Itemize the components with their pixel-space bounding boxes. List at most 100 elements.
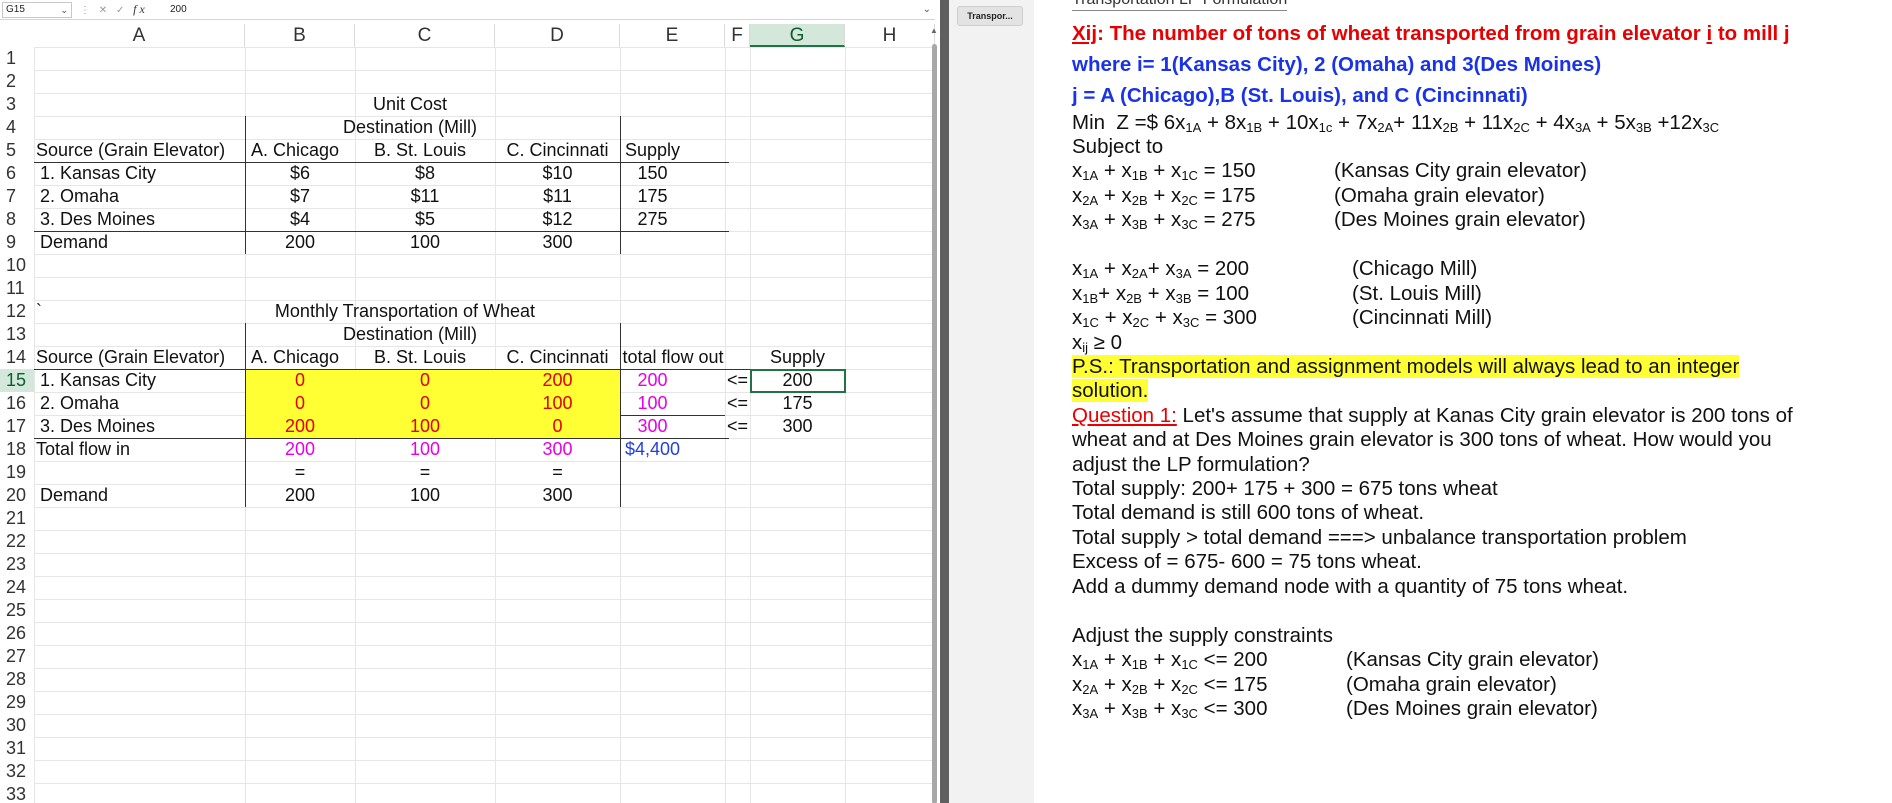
row-header-18[interactable]: 18 (0, 438, 34, 461)
source-label[interactable]: 3. Des Moines (40, 415, 251, 438)
header-total-flow-out[interactable]: total flow out (618, 346, 728, 369)
constraint-operator[interactable]: <= (727, 392, 752, 415)
demand-value[interactable]: 100 (355, 231, 495, 254)
flow-value[interactable]: 0 (245, 392, 355, 415)
unit-cost[interactable]: $7 (245, 185, 355, 208)
demand-label[interactable]: Demand (40, 484, 251, 507)
flow-value[interactable]: 0 (245, 369, 355, 392)
header-chicago[interactable]: A. Chicago (240, 346, 350, 369)
header-st-louis[interactable]: B. St. Louis (350, 346, 490, 369)
row-header-7[interactable]: 7 (0, 185, 34, 208)
row-header-33[interactable]: 33 (0, 783, 34, 803)
flow-value[interactable]: 0 (495, 415, 620, 438)
row-header-9[interactable]: 9 (0, 231, 34, 254)
equals-sign[interactable]: = (245, 461, 355, 484)
column-header-d[interactable]: D (495, 24, 620, 47)
unit-cost[interactable]: $4 (245, 208, 355, 231)
insert-function-icon[interactable]: fx (133, 2, 148, 16)
source-label[interactable]: 2. Omaha (40, 185, 251, 208)
row-header-31[interactable]: 31 (0, 737, 34, 760)
vertical-scrollbar[interactable]: ▲ (930, 24, 940, 803)
chevron-down-icon[interactable]: ⌄ (60, 3, 68, 17)
header-supply[interactable]: Supply (750, 346, 845, 369)
scroll-up-icon[interactable]: ▲ (930, 26, 938, 35)
flow-value[interactable]: 0 (355, 369, 495, 392)
transport-title[interactable]: Monthly Transportation of Wheat (215, 300, 595, 323)
row-header-13[interactable]: 13 (0, 323, 34, 346)
equals-sign[interactable]: = (355, 461, 495, 484)
constraint-operator[interactable]: <= (727, 415, 752, 438)
total-flow-out[interactable]: 300 (605, 415, 700, 438)
row-header-29[interactable]: 29 (0, 691, 34, 714)
slide-thumbnail[interactable]: Transpor... (957, 6, 1023, 26)
row-header-4[interactable]: 4 (0, 116, 34, 139)
column-header-b[interactable]: B (245, 24, 355, 47)
demand-value[interactable]: 300 (495, 484, 620, 507)
pane-divider[interactable] (940, 0, 949, 803)
total-flow-in[interactable]: 100 (355, 438, 495, 461)
row-header-8[interactable]: 8 (0, 208, 34, 231)
row-header-1[interactable]: 1 (0, 47, 34, 70)
cancel-icon[interactable]: ✕ (99, 5, 110, 16)
header-supply[interactable]: Supply (605, 139, 700, 162)
flow-value[interactable]: 0 (355, 392, 495, 415)
supply-value[interactable]: 150 (605, 162, 700, 185)
row-header-17[interactable]: 17 (0, 415, 34, 438)
scrollbar-thumb[interactable] (932, 44, 937, 803)
flow-value[interactable]: 200 (495, 369, 620, 392)
name-box[interactable]: G15 ⌄ (2, 2, 72, 18)
row-header-21[interactable]: 21 (0, 507, 34, 530)
row-header-25[interactable]: 25 (0, 599, 34, 622)
unit-cost[interactable]: $11 (355, 185, 495, 208)
header-cincinnati[interactable]: C. Cincinnati (495, 139, 620, 162)
column-header-g[interactable]: G (750, 24, 845, 47)
supply-value[interactable]: 175 (605, 185, 700, 208)
header-source[interactable]: Source (Grain Elevator) (36, 139, 247, 162)
demand-label[interactable]: Demand (40, 231, 251, 254)
source-label[interactable]: 1. Kansas City (40, 162, 251, 185)
row-header-22[interactable]: 22 (0, 530, 34, 553)
unit-cost[interactable]: $8 (355, 162, 495, 185)
unit-cost-title[interactable]: Unit Cost (245, 93, 575, 116)
more-icon[interactable]: ⋮ (80, 5, 93, 16)
supply-value[interactable]: 275 (605, 208, 700, 231)
total-cost[interactable]: $4,400 (605, 438, 700, 461)
column-header-a[interactable]: A (34, 24, 245, 47)
selected-cell[interactable] (750, 369, 846, 393)
total-flow-in-label[interactable]: Total flow in (36, 438, 247, 461)
row-header-16[interactable]: 16 (0, 392, 34, 415)
unit-cost-subtitle[interactable]: Destination (Mill) (245, 116, 575, 139)
row-header-12[interactable]: 12 (0, 300, 34, 323)
total-flow-in[interactable]: 300 (495, 438, 620, 461)
supply-value[interactable]: 175 (750, 392, 845, 415)
demand-value[interactable]: 200 (245, 484, 355, 507)
supply-value[interactable]: 300 (750, 415, 845, 438)
row-header-27[interactable]: 27 (0, 645, 34, 668)
row-header-30[interactable]: 30 (0, 714, 34, 737)
header-st-louis[interactable]: B. St. Louis (350, 139, 490, 162)
header-source[interactable]: Source (Grain Elevator) (36, 346, 247, 369)
column-header-f[interactable]: F (725, 24, 750, 47)
row-header-23[interactable]: 23 (0, 553, 34, 576)
header-chicago[interactable]: A. Chicago (240, 139, 350, 162)
row-header-10[interactable]: 10 (0, 254, 34, 277)
row-header-2[interactable]: 2 (0, 70, 34, 93)
source-label[interactable]: 2. Omaha (40, 392, 251, 415)
flow-value[interactable]: 100 (355, 415, 495, 438)
constraint-operator[interactable]: <= (727, 369, 752, 392)
formula-input[interactable]: 200 (170, 2, 187, 18)
demand-value[interactable]: 100 (355, 484, 495, 507)
column-header-e[interactable]: E (620, 24, 725, 47)
flow-value[interactable]: 100 (495, 392, 620, 415)
row-header-3[interactable]: 3 (0, 93, 34, 116)
unit-cost[interactable]: $6 (245, 162, 355, 185)
row-header-20[interactable]: 20 (0, 484, 34, 507)
total-flow-in[interactable]: 200 (245, 438, 355, 461)
unit-cost[interactable]: $11 (495, 185, 620, 208)
row-header-15[interactable]: 15 (0, 369, 34, 392)
unit-cost[interactable]: $10 (495, 162, 620, 185)
row-header-14[interactable]: 14 (0, 346, 34, 369)
equals-sign[interactable]: = (495, 461, 620, 484)
column-header-c[interactable]: C (355, 24, 495, 47)
source-label[interactable]: 1. Kansas City (40, 369, 251, 392)
